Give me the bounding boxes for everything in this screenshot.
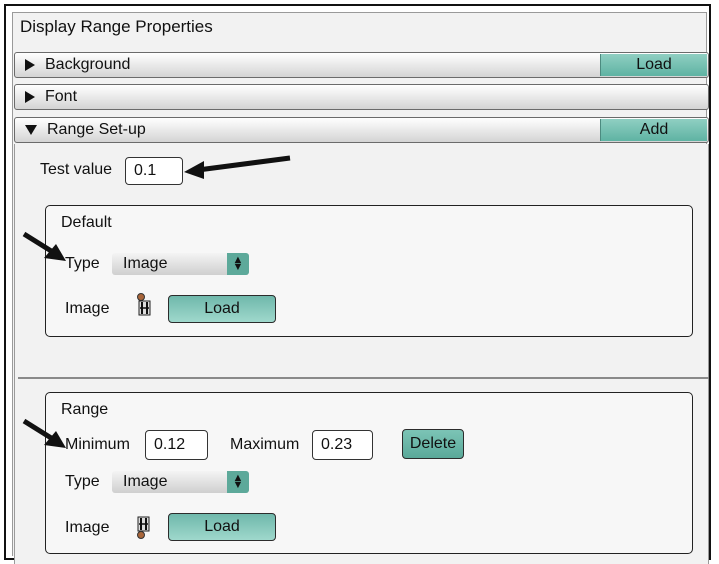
annotation-arrow-icon — [22, 418, 66, 448]
maximum-input[interactable]: 0.23 — [312, 430, 373, 460]
minimum-input[interactable]: 0.12 — [145, 430, 208, 460]
delete-button[interactable]: Delete — [402, 429, 464, 459]
default-type-value: Image — [123, 255, 168, 272]
triangle-down-icon — [25, 125, 37, 135]
section-range-setup[interactable]: Range Set-up Add — [14, 117, 709, 143]
up-down-arrows-icon: ▲ ▼ — [227, 471, 249, 493]
section-background[interactable]: Background Load — [14, 52, 709, 78]
range-type-value: Image — [123, 473, 168, 490]
default-load-button[interactable]: Load — [168, 295, 276, 323]
section-font-label: Font — [45, 88, 78, 105]
triangle-right-icon — [25, 59, 35, 71]
triangle-right-icon — [25, 91, 35, 103]
background-load-button[interactable]: Load — [600, 54, 707, 76]
annotation-arrow-icon — [184, 155, 291, 179]
minimum-label: Minimum — [65, 436, 130, 453]
range-load-button[interactable]: Load — [168, 513, 276, 541]
section-background-label: Background — [45, 56, 131, 73]
up-down-arrows-icon: ▲ ▼ — [227, 253, 249, 275]
default-type-select[interactable]: Image ▲ ▼ — [112, 253, 249, 275]
annotation-arrow-icon — [22, 231, 66, 261]
test-value-label: Test value — [40, 161, 113, 178]
range-type-select[interactable]: Image ▲ ▼ — [112, 471, 249, 493]
panel-title: Display Range Properties — [20, 17, 213, 36]
test-value-input[interactable]: 0.1 — [125, 157, 183, 185]
divider — [18, 377, 709, 379]
range-add-button[interactable]: Add — [600, 119, 707, 141]
image-thumbnail-icon — [137, 516, 150, 539]
section-range-setup-label: Range Set-up — [47, 121, 146, 138]
section-font[interactable]: Font — [14, 84, 709, 110]
range-image-label: Image — [65, 519, 110, 536]
default-image-label: Image — [65, 300, 110, 317]
default-type-label: Type — [65, 255, 100, 272]
image-thumbnail-icon — [137, 293, 151, 316]
range-type-label: Type — [65, 473, 100, 490]
maximum-label: Maximum — [230, 436, 300, 453]
